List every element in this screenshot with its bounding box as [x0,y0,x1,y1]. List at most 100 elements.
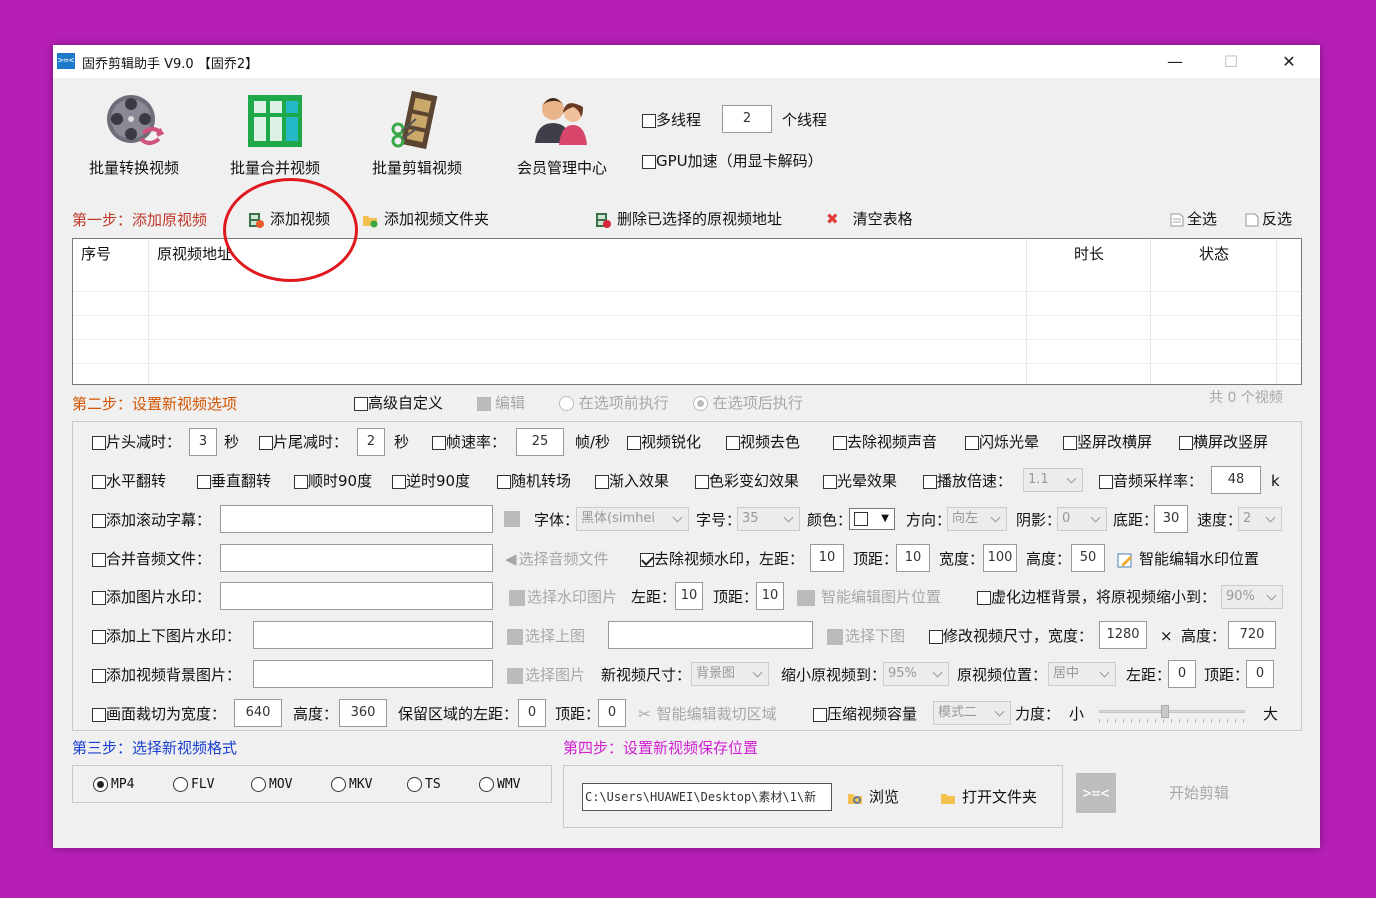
flash-checkbox[interactable] [965,435,979,450]
merge-audio-checkbox[interactable] [92,552,106,567]
crop-top-input[interactable]: 0 [598,699,626,727]
remove-audio-option[interactable]: 去除视频声音 [833,432,937,452]
pos-select[interactable]: 居中 [1048,662,1116,686]
vflip-checkbox[interactable] [197,474,211,489]
start-edit-icon[interactable]: >=< [1076,773,1116,813]
v2h-option[interactable]: 竖屏改横屏 [1063,432,1152,452]
clear-table-button[interactable]: ✖ 清空表格 [826,209,913,229]
merge-audio-option[interactable]: 合并音频文件： [92,549,211,569]
color-picker[interactable]: ▼ [849,508,895,530]
head-cut-option[interactable]: 片头减时： [92,432,181,452]
after-exec-option[interactable]: 在选项后执行 [693,393,803,413]
sample-rate-input[interactable]: 48 [1211,466,1261,494]
keep-left-input[interactable]: 0 [518,699,546,727]
advanced-custom-checkbox[interactable] [354,396,368,411]
bottom-img-input[interactable] [608,621,813,649]
blur-border-checkbox[interactable] [977,590,991,605]
resize-width-input[interactable]: 1280 [1099,621,1147,649]
scroll-sub-input[interactable] [220,505,493,533]
remove-wm-checkbox[interactable] [640,552,654,567]
smart-crop-button[interactable]: ✂ 智能编辑裁切区域 [638,704,777,724]
tail-cut-checkbox[interactable] [259,435,273,450]
delete-selected-button[interactable]: 删除已选择的原视频地址 [595,209,782,229]
format-radio-ts[interactable] [407,777,422,792]
save-path-input[interactable]: C:\Users\HUAWEI\Desktop\素材\1\新 [582,783,832,811]
before-exec-option[interactable]: 在选项前执行 [559,393,669,413]
size-select[interactable]: 35 [737,507,800,531]
shrink-select[interactable]: 95% [883,662,949,686]
ccw90-option[interactable]: 逆时90度 [392,471,470,491]
crop-height-input[interactable]: 360 [339,699,387,727]
format-radio-flv[interactable] [173,777,188,792]
maximize-button[interactable]: ☐ [1209,49,1253,75]
format-radio-mp4[interactable] [93,777,108,792]
smart-wm-button[interactable]: 智能编辑水印位置 [1117,549,1259,569]
bg-img-option[interactable]: 添加视频背景图片： [92,665,241,685]
fade-in-option[interactable]: 渐入效果 [595,471,669,491]
batch-edit-button[interactable]: 批量剪辑视频 [358,89,476,178]
bottom-input[interactable]: 30 [1154,505,1188,533]
merge-audio-input[interactable] [220,544,493,572]
img-wm-input[interactable] [220,582,493,610]
choose-img-button[interactable]: 选择图片 [507,665,585,685]
shadow-select[interactable]: 0 [1057,507,1107,531]
format-radio-mov[interactable] [251,777,266,792]
start-edit-button[interactable]: 开始剪辑 [1169,783,1229,803]
remove-audio-checkbox[interactable] [833,435,847,450]
head-cut-checkbox[interactable] [92,435,106,450]
format-option-mov[interactable]: MOV [251,775,292,795]
remove-wm-option[interactable]: 去除视频水印，左距： [640,549,804,569]
blur-scale-select[interactable]: 90% [1221,585,1283,609]
blur-border-option[interactable]: 虚化边框背景，将原视频缩小到： [977,587,1216,607]
random-trans-option[interactable]: 随机转场 [497,471,571,491]
smart-img-button[interactable]: 智能编辑图片位置 [797,587,941,607]
format-option-ts[interactable]: TS [407,775,441,795]
col-status[interactable]: 状态 [1151,239,1277,286]
flash-option[interactable]: 闪烁光晕 [965,432,1039,452]
ccw90-checkbox[interactable] [392,474,406,489]
speed-checkbox[interactable] [923,474,937,489]
format-radio-mkv[interactable] [331,777,346,792]
speed-option[interactable]: 播放倍速： [923,471,1012,491]
format-option-mkv[interactable]: MKV [331,775,372,795]
gpu-checkbox[interactable] [642,154,656,169]
decolor-checkbox[interactable] [726,435,740,450]
compress-checkbox[interactable] [813,707,827,722]
tb-wm-checkbox[interactable] [92,629,106,644]
scroll-sub-checkbox[interactable] [92,513,106,528]
speed-select[interactable]: 1.1 [1023,468,1083,492]
thread-count-input[interactable]: 2 [722,105,772,133]
tail-cut-input[interactable]: 2 [357,428,385,456]
select-all-button[interactable]: 全选 [1169,209,1217,229]
vflip-option[interactable]: 垂直翻转 [197,471,271,491]
sharpen-checkbox[interactable] [627,435,641,450]
format-option-mp4[interactable]: MP4 [93,775,134,795]
invert-select-button[interactable]: 反选 [1244,209,1292,229]
fps-option[interactable]: 帧速率： [432,432,506,452]
multithread-checkbox[interactable] [642,113,656,128]
fps-input[interactable]: 25 [516,428,564,456]
choose-top-button[interactable]: 选择上图 [507,626,585,646]
format-radio-wmv[interactable] [479,777,494,792]
choose-wm-button[interactable]: 选择水印图片 [509,587,617,607]
img-top-input[interactable]: 10 [756,582,784,610]
member-center-button[interactable]: 会员管理中心 [503,89,621,178]
sample-rate-checkbox[interactable] [1099,474,1113,489]
hflip-option[interactable]: 水平翻转 [92,471,166,491]
resize-checkbox[interactable] [929,629,943,644]
img-wm-checkbox[interactable] [92,590,106,605]
resize-option[interactable]: 修改视频尺寸，宽度： [929,626,1093,646]
browse-button[interactable]: 浏览 [847,787,899,807]
compress-mode-select[interactable]: 模式二 [933,701,1011,725]
img-wm-option[interactable]: 添加图片水印： [92,587,211,607]
decolor-option[interactable]: 视频去色 [726,432,800,452]
format-option-wmv[interactable]: WMV [479,775,520,795]
col-duration[interactable]: 时长 [1027,239,1151,286]
v2h-checkbox[interactable] [1063,435,1077,450]
halo-option[interactable]: 光晕效果 [823,471,897,491]
h2v-option[interactable]: 横屏改竖屏 [1179,432,1268,452]
tail-cut-option[interactable]: 片尾减时： [259,432,348,452]
advanced-custom-option[interactable]: 高级自定义 [354,393,443,413]
fps-checkbox[interactable] [432,435,446,450]
halo-checkbox[interactable] [823,474,837,489]
